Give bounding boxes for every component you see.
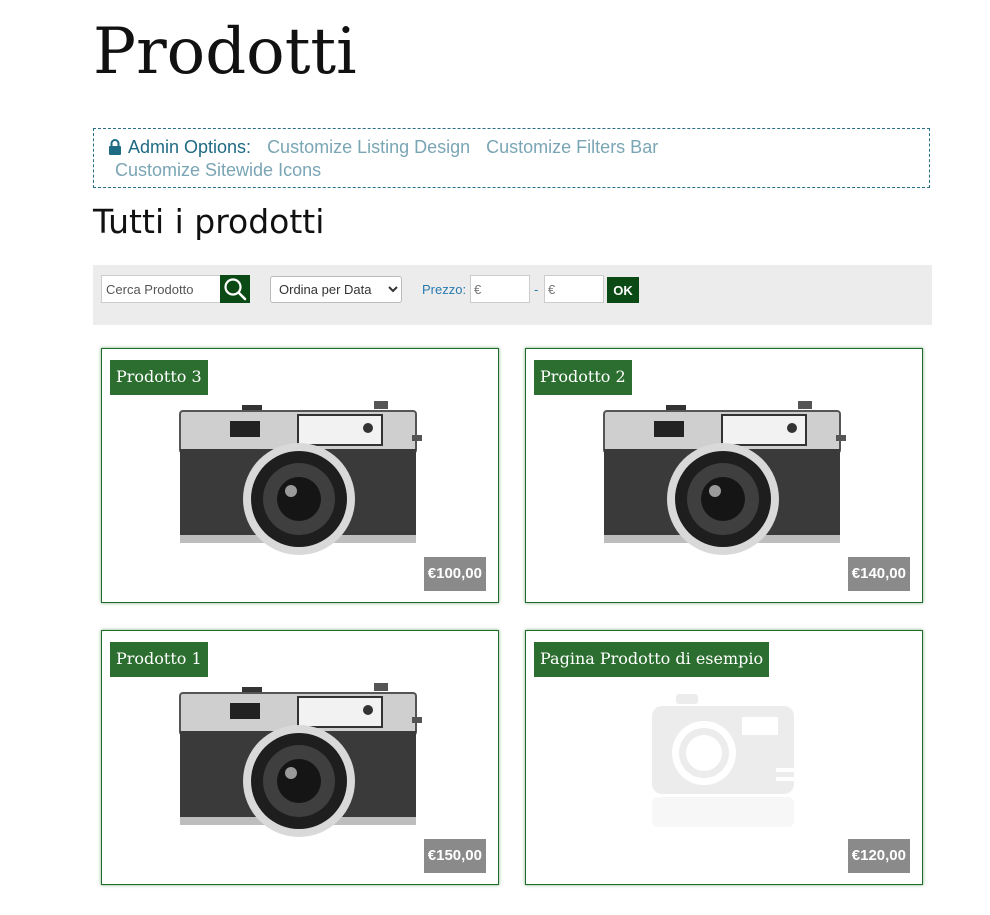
product-title[interactable]: Prodotto 3 — [110, 360, 208, 395]
customize-filters-bar-link[interactable]: Customize Filters Bar — [486, 137, 658, 157]
customize-listing-design-link[interactable]: Customize Listing Design — [267, 137, 470, 157]
product-price: €150,00 — [423, 839, 486, 873]
product-price: €140,00 — [847, 557, 910, 591]
product-card[interactable]: Prodotto 3 €100,00 — [101, 348, 499, 603]
search-input[interactable] — [101, 275, 221, 303]
filters-bar: Ordina per Data Prezzo: - OK — [93, 265, 932, 325]
product-price: €120,00 — [847, 839, 910, 873]
lock-icon — [108, 139, 122, 160]
product-card[interactable]: Pagina Prodotto di esempio €120,00 — [525, 630, 923, 885]
search-icon — [224, 278, 247, 301]
product-title[interactable]: Prodotto 1 — [110, 642, 208, 677]
ok-button[interactable]: OK — [607, 277, 639, 303]
price-max-input[interactable] — [544, 275, 604, 303]
page-title: Prodotti — [93, 15, 357, 89]
customize-sitewide-icons-link[interactable]: Customize Sitewide Icons — [115, 160, 321, 180]
admin-options-label: Admin Options: — [128, 137, 252, 157]
search-button[interactable] — [220, 275, 250, 303]
sort-select[interactable]: Ordina per Data — [270, 276, 402, 303]
product-title[interactable]: Prodotto 2 — [534, 360, 632, 395]
section-title: Tutti i prodotti — [93, 202, 325, 241]
product-title[interactable]: Pagina Prodotto di esempio — [534, 642, 770, 677]
product-card[interactable]: Prodotto 2 €140,00 — [525, 348, 923, 603]
price-label: Prezzo: — [422, 282, 467, 297]
product-price: €100,00 — [423, 557, 486, 591]
product-card[interactable]: Prodotto 1 €150,00 — [101, 630, 499, 885]
price-min-input[interactable] — [470, 275, 530, 303]
admin-options-bar: Admin Options: Customize Listing Design Cu… — [93, 128, 930, 188]
price-separator: - — [534, 282, 539, 297]
